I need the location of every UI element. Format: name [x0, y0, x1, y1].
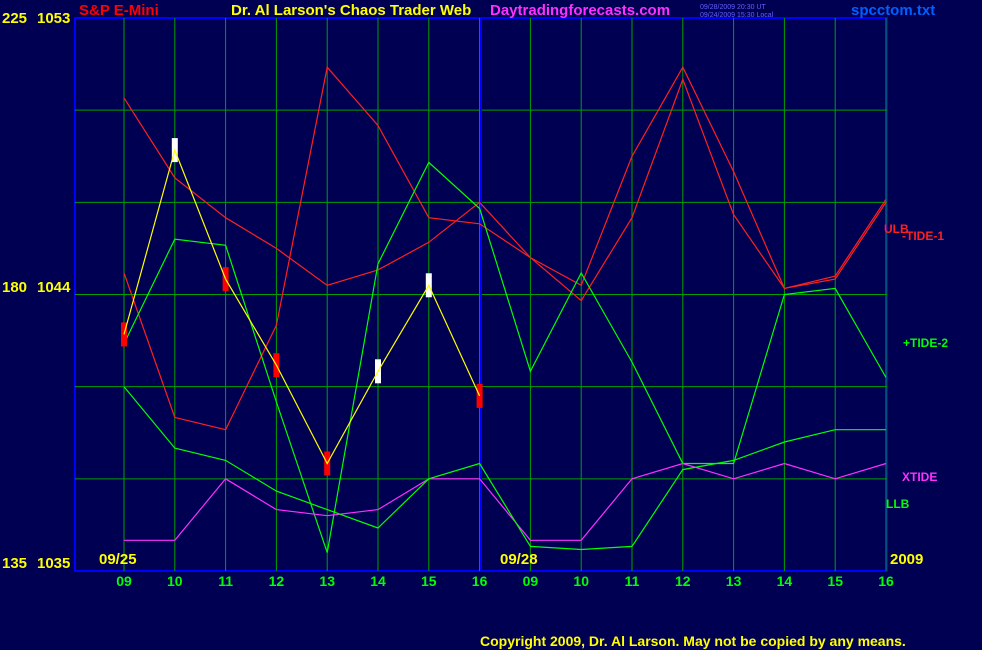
y-label-mid-right: 1044 — [37, 279, 71, 296]
x-tick-label: 10 — [167, 573, 183, 589]
instrument-label: S&P E-Mini — [79, 2, 159, 19]
chart: S&P E-Mini Dr. Al Larson's Chaos Trader … — [0, 0, 982, 650]
date-label-1: 09/25 — [99, 551, 137, 568]
copyright: Copyright 2009, Dr. Al Larson. May not b… — [480, 633, 906, 649]
x-tick-label: 09 — [523, 573, 539, 589]
y-label-bottom-left: 135 — [2, 555, 27, 572]
legend-xtide: XTIDE — [902, 470, 937, 484]
x-tick-label: 13 — [319, 573, 335, 589]
x-tick-label: 11 — [625, 573, 640, 589]
x-tick-label: 09 — [116, 573, 132, 589]
date-label-2: 09/28 — [500, 551, 538, 568]
x-tick-label: 16 — [472, 573, 488, 589]
x-tick-label: 15 — [827, 573, 843, 589]
y-label-bottom-right: 1035 — [37, 555, 70, 572]
x-tick-label: 12 — [675, 573, 691, 589]
x-tick-label: 11 — [218, 573, 233, 589]
timestamp-ut: 09/28/2009 20:30 UT — [700, 4, 766, 11]
x-tick-label: 12 — [269, 573, 285, 589]
legend-tide1: -TIDE-1 — [902, 229, 944, 243]
timestamp-local: 09/24/2009 15:30 Local — [700, 12, 774, 19]
y-label-top-left: 225 — [2, 10, 27, 27]
x-tick-label: 10 — [573, 573, 589, 589]
x-tick-label: 14 — [777, 573, 793, 589]
y-label-top-right: 1053 — [37, 10, 70, 27]
filename-label: spcctom.txt — [851, 2, 935, 19]
x-tick-label: 14 — [370, 573, 386, 589]
page-title: Dr. Al Larson's Chaos Trader Web — [231, 2, 471, 19]
x-tick-label: 13 — [726, 573, 742, 589]
y-label-mid-left: 180 — [2, 279, 27, 296]
x-tick-label: 16 — [878, 573, 894, 589]
site-label: Daytradingforecasts.com — [490, 2, 670, 19]
x-tick-label: 15 — [421, 573, 437, 589]
year-label: 2009 — [890, 551, 923, 568]
legend-llb: LLB — [886, 497, 910, 511]
legend-tide2: +TIDE-2 — [903, 336, 948, 350]
